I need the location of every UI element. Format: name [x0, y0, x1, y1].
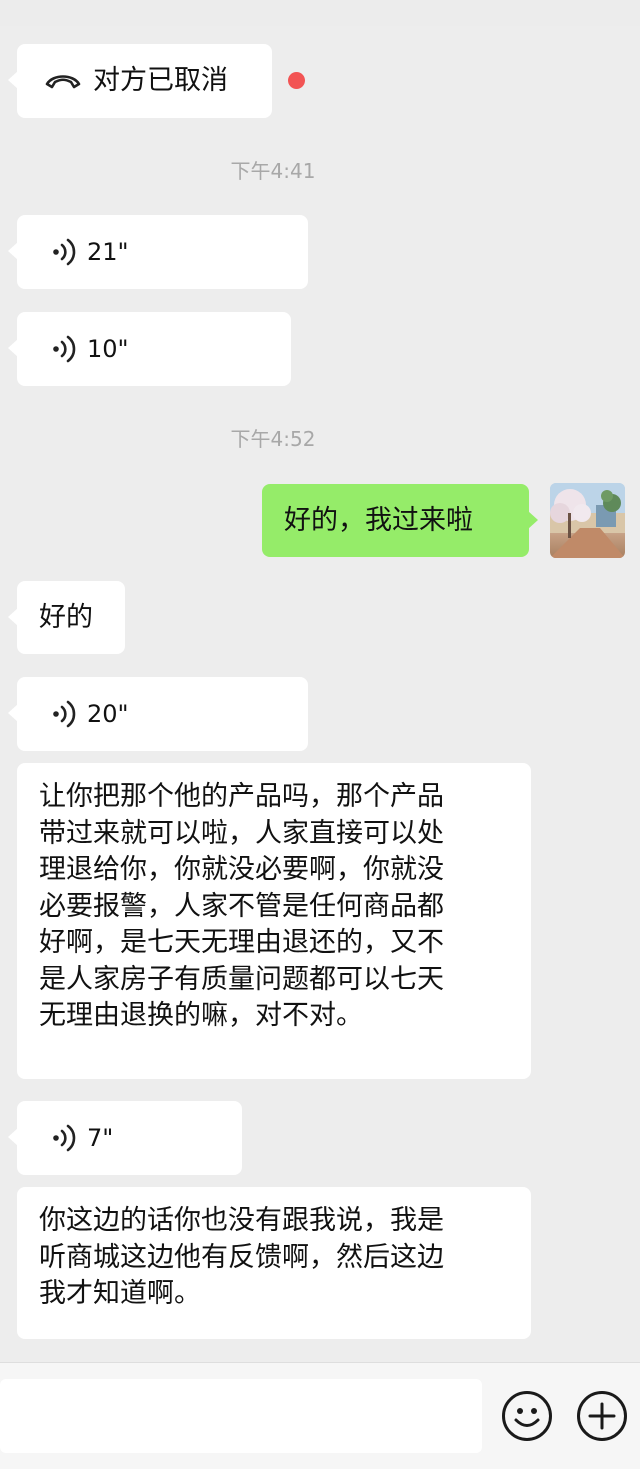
call-cancelled-bubble[interactable]: 对方已取消: [8, 44, 272, 118]
voice-duration: 20": [87, 700, 129, 728]
transcript-line: 无理由退换的嘛，对不对。: [39, 1000, 363, 1031]
voice-transcript-bubble[interactable]: 你这边的话你也没有跟我说，我是 听商城这边他有反馈啊，然后这边 我才知道啊。: [17, 1187, 531, 1339]
unread-red-dot: [288, 72, 305, 89]
voice-wave-icon: [51, 700, 81, 728]
avatar-image: [550, 483, 625, 558]
transcript-line: 我才知道啊。: [39, 1278, 201, 1309]
transcript-line: 理退给你，你就没必要啊，你就没: [39, 854, 444, 885]
voice-transcript-bubble[interactable]: 让你把那个他的产品吗，那个产品 带过来就可以啦，人家直接可以处 理退给你，你就没…: [17, 763, 531, 1079]
message-input[interactable]: [0, 1379, 482, 1453]
emoji-icon: [514, 1408, 540, 1427]
voice-message[interactable]: 21": [8, 215, 308, 289]
top-strip: [0, 0, 640, 26]
outgoing-message-text: 好的，我过来啦: [284, 504, 473, 536]
call-cancelled-text: 对方已取消: [93, 65, 228, 96]
plus-icon: [588, 1402, 616, 1430]
voice-duration: 21": [87, 238, 129, 266]
transcript-line: 让你把那个他的产品吗，那个产品: [39, 781, 444, 812]
voice-message[interactable]: 7": [8, 1101, 242, 1175]
timestamp: 下午4:52: [230, 427, 316, 451]
avatar[interactable]: [550, 483, 625, 558]
more-button[interactable]: [577, 1391, 627, 1441]
voice-wave-icon: [51, 335, 81, 363]
voice-wave-icon: [51, 1124, 81, 1152]
voice-message[interactable]: 10": [8, 312, 291, 386]
transcript-line: 好啊，是七天无理由退还的，又不: [39, 927, 444, 958]
transcript-line: 是人家房子有质量问题都可以七天: [39, 963, 444, 995]
transcript-line: 带过来就可以啦，人家直接可以处: [39, 817, 444, 849]
composer-bar: [0, 1362, 640, 1469]
voice-duration: 7": [87, 1124, 114, 1152]
voice-duration: 10": [87, 335, 129, 363]
voice-wave-icon: [51, 238, 81, 266]
incoming-message-text: 好的: [39, 601, 93, 633]
transcript-line: 听商城这边他有反馈啊，然后这边: [39, 1241, 444, 1273]
timestamp: 下午4:41: [230, 159, 316, 183]
incoming-message[interactable]: 好的: [8, 581, 125, 654]
voice-message[interactable]: 20": [8, 677, 308, 751]
emoji-button[interactable]: [502, 1391, 552, 1441]
hangup-phone-icon: [43, 69, 83, 93]
transcript-line: 你这边的话你也没有跟我说，我是: [39, 1205, 444, 1236]
transcript-line: 必要报警，人家不管是任何商品都: [39, 890, 444, 922]
outgoing-message[interactable]: 好的，我过来啦: [262, 484, 538, 557]
